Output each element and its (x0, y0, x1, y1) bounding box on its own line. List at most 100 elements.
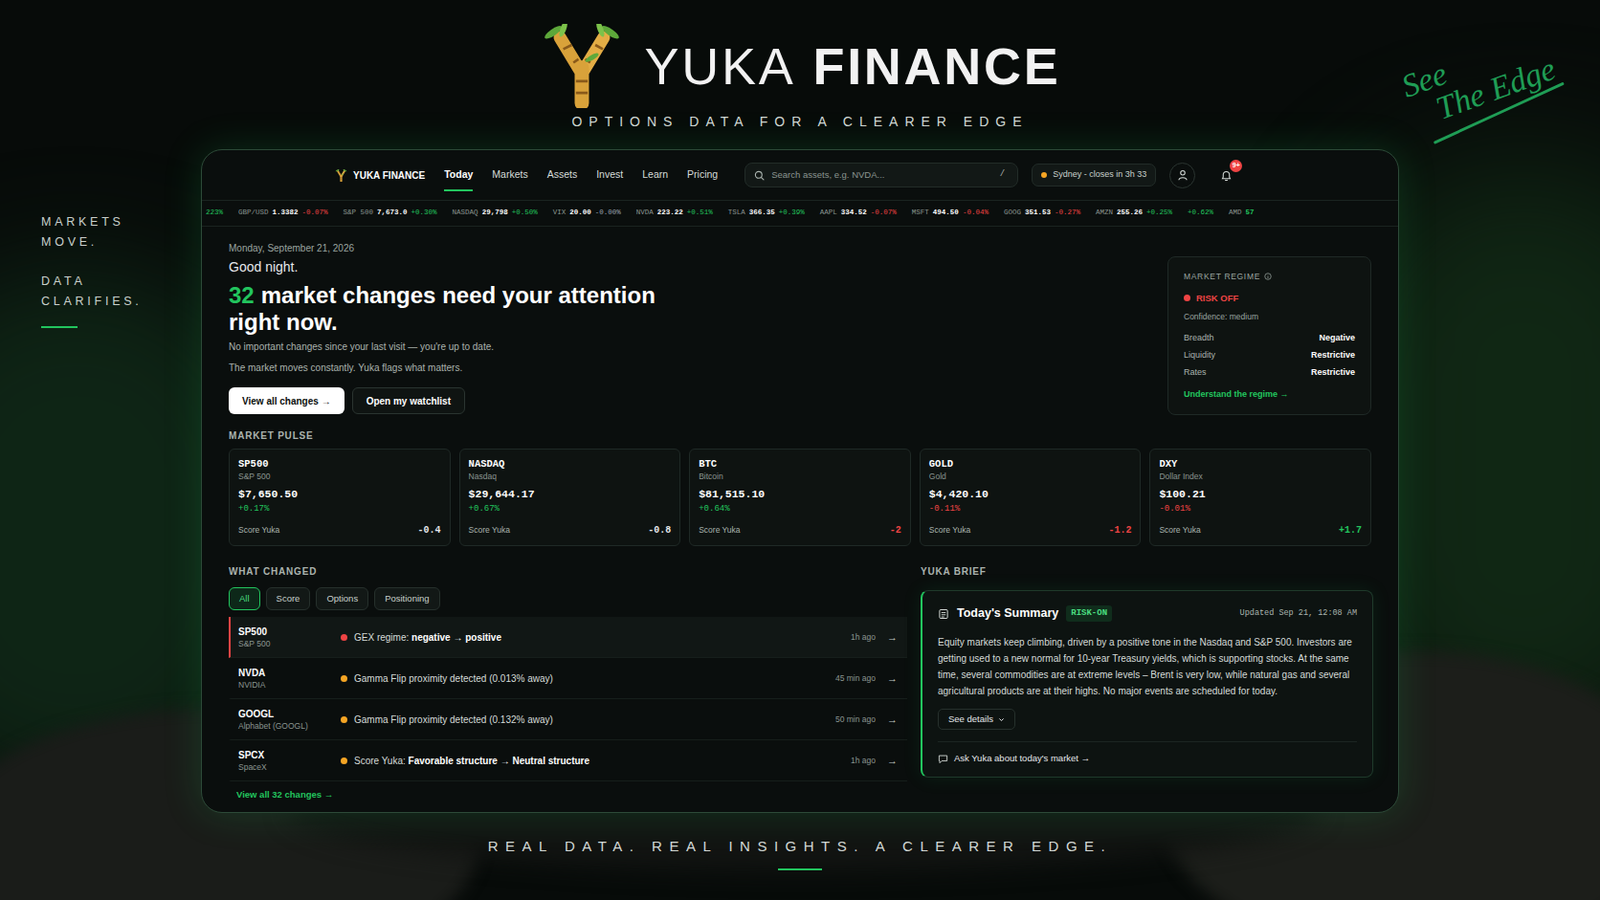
ticker-item[interactable]: +0.62% (1187, 207, 1214, 219)
ticker-price[interactable]: 351.53 (1024, 207, 1051, 219)
ticker-change[interactable]: -0.04% (962, 207, 989, 219)
ticker-item[interactable]: TSLA366.35+0.39% (728, 207, 805, 219)
change-time: 1h ago (850, 631, 876, 645)
ticker-strip: 223%GBP/USD1.3382-0.07%S&P 5007,673.0+0.… (201, 200, 1399, 227)
ticker-change[interactable]: +0.25% (1146, 207, 1173, 219)
row-arrow[interactable]: → (887, 711, 898, 729)
ticker-item[interactable]: MSFT494.50-0.04% (911, 207, 989, 219)
nav-logo-text[interactable]: YUKA FINANCE (353, 168, 425, 183)
ticker-symbol[interactable]: GBP/USD (238, 207, 269, 219)
ticker-item[interactable]: 223% (205, 207, 223, 219)
change-row[interactable]: SP500S&P 500GEX regime: negative → posit… (228, 617, 908, 659)
nav-tab[interactable]: Pricing (687, 160, 718, 192)
ticker-symbol[interactable]: NVDA (636, 207, 654, 219)
ticker-price[interactable]: 494.50 (933, 207, 959, 219)
ticker-symbol[interactable]: VIX (553, 207, 567, 219)
ticker-price[interactable]: 1.3382 (272, 207, 299, 219)
ticker-symbol[interactable]: AAPL (820, 207, 838, 219)
nav-tab[interactable]: Invest (596, 160, 623, 192)
market-card[interactable]: DXYDollar Index$100.21-0.01%Score Yuka+1… (1149, 448, 1372, 547)
filter-tab[interactable]: Positioning (374, 587, 440, 611)
market-card[interactable]: BTCBitcoin$81,515.10+0.64%Score Yuka-2 (688, 448, 912, 547)
market-card[interactable]: SP500S&P 500$7,650.50+0.17%Score Yuka-0.… (228, 448, 451, 547)
nav-tab-label[interactable]: Markets (491, 167, 528, 183)
see-details-label[interactable]: See details (948, 712, 994, 727)
nav-tab[interactable]: Markets (491, 160, 528, 192)
ticker-symbol[interactable]: GOOG (1003, 207, 1022, 219)
nav-tab[interactable]: Learn (642, 160, 668, 192)
footer-tagline: REAL DATA. REAL INSIGHTS. A CLEARER EDGE… (488, 837, 1113, 857)
ticker-price[interactable]: 366.35 (749, 207, 776, 219)
filter-tab[interactable]: Options (315, 587, 369, 611)
row-arrow[interactable]: → (887, 753, 898, 770)
ticker-symbol[interactable]: S&P 500 (343, 207, 375, 219)
ticker-symbol[interactable]: AMZN (1095, 207, 1113, 219)
ticker-item[interactable]: AMD57 (1228, 207, 1255, 219)
filter-tab[interactable]: All (228, 587, 261, 611)
user-button[interactable] (1169, 162, 1196, 189)
change-row[interactable]: GOOGLAlphabet (GOOGL)Gamma Flip proximit… (228, 699, 908, 741)
ticker-price[interactable]: 20.00 (569, 207, 592, 219)
ticker-item[interactable]: S&P 5007,673.0+0.30% (343, 207, 438, 219)
nav-tab[interactable]: Assets (547, 160, 578, 192)
row-arrow[interactable]: → (887, 670, 898, 688)
row-arrow[interactable]: → (887, 629, 898, 646)
ticker-item[interactable]: AMZN255.26+0.25% (1095, 207, 1173, 219)
ask-yuka-link[interactable]: Ask Yuka about today's market → (937, 741, 1357, 766)
ticker-symbol[interactable]: MSFT (911, 207, 930, 219)
ticker-symbol[interactable]: TSLA (728, 207, 746, 219)
ticker-item[interactable]: NVDA223.22+0.51% (636, 207, 713, 219)
ticker-item[interactable]: GOOG351.53-0.27% (1003, 207, 1081, 219)
ask-yuka-label[interactable]: Ask Yuka about today's market → (954, 752, 1090, 766)
ticker-change[interactable]: +0.62% (1187, 207, 1214, 219)
nav-tab[interactable]: Today (444, 160, 473, 192)
market-card[interactable]: GOLDGold$4,420.10-0.11%Score Yuka-1.2 (919, 448, 1142, 547)
ticker-item[interactable]: GBP/USD1.3382-0.07% (238, 207, 329, 219)
nav-tab-label[interactable]: Assets (547, 167, 578, 183)
notifications-button[interactable]: 9+ (1216, 165, 1236, 185)
open-watchlist-button[interactable]: Open my watchlist (352, 387, 466, 415)
ticker-price[interactable]: 57 (1245, 207, 1255, 219)
nav-tab-label[interactable]: Invest (596, 167, 623, 183)
ticker-change[interactable]: -0.27% (1054, 207, 1081, 219)
ticker-price[interactable]: 29,798 (482, 207, 509, 219)
change-row[interactable]: SPCXSpaceXScore Yuka: Favorable structur… (228, 740, 908, 782)
filter-tab[interactable]: Score (266, 587, 312, 611)
nav-tab-label[interactable]: Pricing (687, 167, 718, 183)
card-change: -0.01% (1158, 503, 1362, 516)
search-input[interactable] (771, 168, 990, 182)
nav-logo[interactable]: YUKA FINANCE (334, 168, 425, 183)
ticker-change[interactable]: 223% (205, 207, 223, 219)
see-details-button[interactable]: See details (937, 709, 1016, 731)
nav-tab-label[interactable]: Learn (642, 167, 668, 183)
notification-badge: 9+ (1229, 159, 1243, 173)
ticker-change[interactable]: -0.07% (870, 207, 897, 219)
ticker-item[interactable]: VIX20.00-0.00% (553, 207, 622, 219)
ticker-symbol[interactable]: AMD (1228, 207, 1243, 219)
ticker-item[interactable]: NASDAQ29,798+0.50% (452, 207, 538, 219)
ticker-price[interactable]: 7,673.0 (377, 207, 408, 219)
ticker-change[interactable]: -0.00% (595, 207, 622, 219)
ticker-price[interactable]: 334.52 (841, 207, 867, 219)
regime-row: LiquidityRestrictive (1183, 346, 1356, 364)
ticker-price[interactable]: 223.22 (657, 207, 684, 219)
ticker-symbol[interactable]: NASDAQ (452, 207, 479, 219)
view-all-changes-button[interactable]: View all changes → (228, 387, 345, 415)
change-symbol: SP500 (238, 625, 341, 639)
change-row[interactable]: NVDANVIDIAGamma Flip proximity detected … (228, 658, 908, 700)
ticker-price[interactable]: 255.26 (1116, 207, 1143, 219)
summary-card: Today's SummaryRISK-ONUpdated Sep 21, 12… (920, 590, 1374, 778)
ticker-change[interactable]: +0.39% (778, 207, 805, 219)
view-all-changes-link[interactable]: View all 32 changes → (228, 788, 908, 802)
ticker-change[interactable]: +0.50% (511, 207, 538, 219)
market-card[interactable]: NASDAQNasdaq$29,644.17+0.67%Score Yuka-0… (459, 448, 682, 547)
ticker-change[interactable]: -0.07% (302, 207, 329, 219)
ticker-item[interactable]: AAPL334.52-0.07% (820, 207, 897, 219)
ticker-change[interactable]: +0.30% (411, 207, 438, 219)
card-score-label: Score Yuka (929, 524, 971, 537)
understand-regime-link[interactable]: Understand the regime → (1183, 388, 1356, 402)
search-box[interactable]: / (744, 162, 1019, 188)
nav-tab-label[interactable]: Today (444, 167, 473, 183)
chevron-down-icon (998, 716, 1005, 724)
ticker-change[interactable]: +0.51% (687, 207, 713, 219)
